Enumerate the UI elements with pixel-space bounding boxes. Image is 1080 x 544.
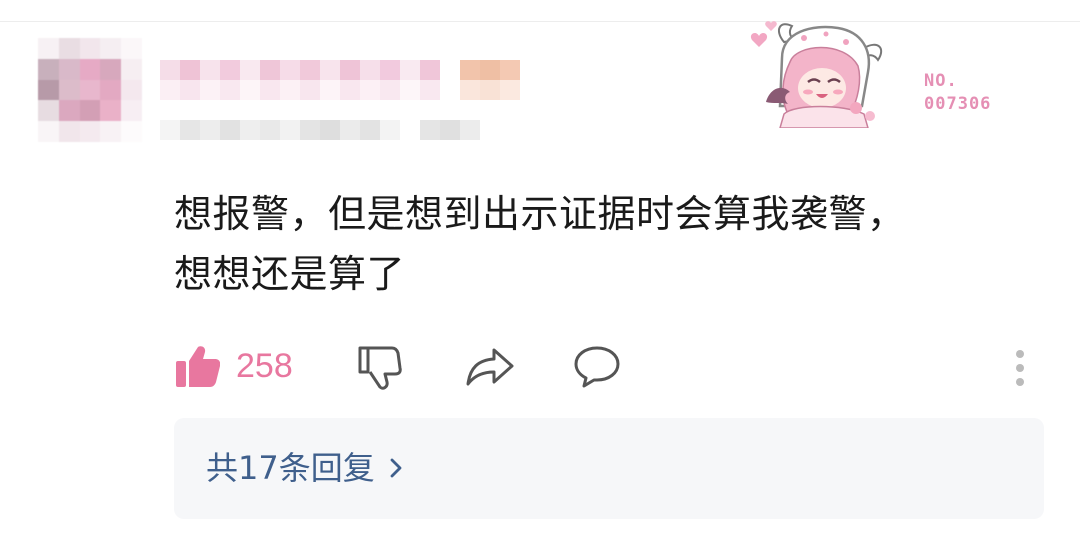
- share-button[interactable]: [464, 338, 516, 394]
- comment-button[interactable]: [572, 338, 622, 394]
- meta-obscured: [160, 120, 480, 140]
- more-button[interactable]: [1010, 338, 1030, 394]
- like-button[interactable]: 258: [174, 338, 293, 394]
- replies-label: 共17条回复: [206, 449, 375, 487]
- username-obscured-lower: [160, 80, 520, 100]
- dislike-button[interactable]: [356, 338, 404, 394]
- like-count: 258: [236, 346, 293, 385]
- avatar[interactable]: [38, 38, 142, 142]
- chevron-right-icon: [390, 458, 402, 478]
- more-vertical-icon: [1016, 350, 1024, 386]
- thumbs-up-icon: [176, 346, 220, 387]
- comment-text: 想报警，但是想到出示证据时会算我袭警， 想想还是算了: [174, 184, 1034, 304]
- comment-icon: [574, 346, 620, 388]
- comment-card: NO. 007306 想报警，但是想到出示证据时会算我袭警， 想想还是算了 25…: [0, 0, 1080, 544]
- divider: [0, 21, 1080, 22]
- badge-number: NO. 007306: [924, 70, 991, 116]
- comment-line-2: 想想还是算了: [174, 252, 406, 296]
- share-icon: [466, 348, 514, 386]
- thumbs-down-icon: [358, 346, 402, 390]
- replies-panel: 共17条回复: [174, 418, 1044, 519]
- action-bar: 258: [174, 338, 1044, 394]
- username-obscured[interactable]: [160, 60, 520, 80]
- comment-line-1: 想报警，但是想到出示证据时会算我袭警，: [174, 192, 906, 236]
- badge-serial: 007306: [924, 94, 992, 114]
- fan-badge-image: [750, 21, 883, 128]
- badge-label: NO.: [924, 71, 958, 91]
- view-replies-link[interactable]: 共17条回复: [206, 448, 403, 488]
